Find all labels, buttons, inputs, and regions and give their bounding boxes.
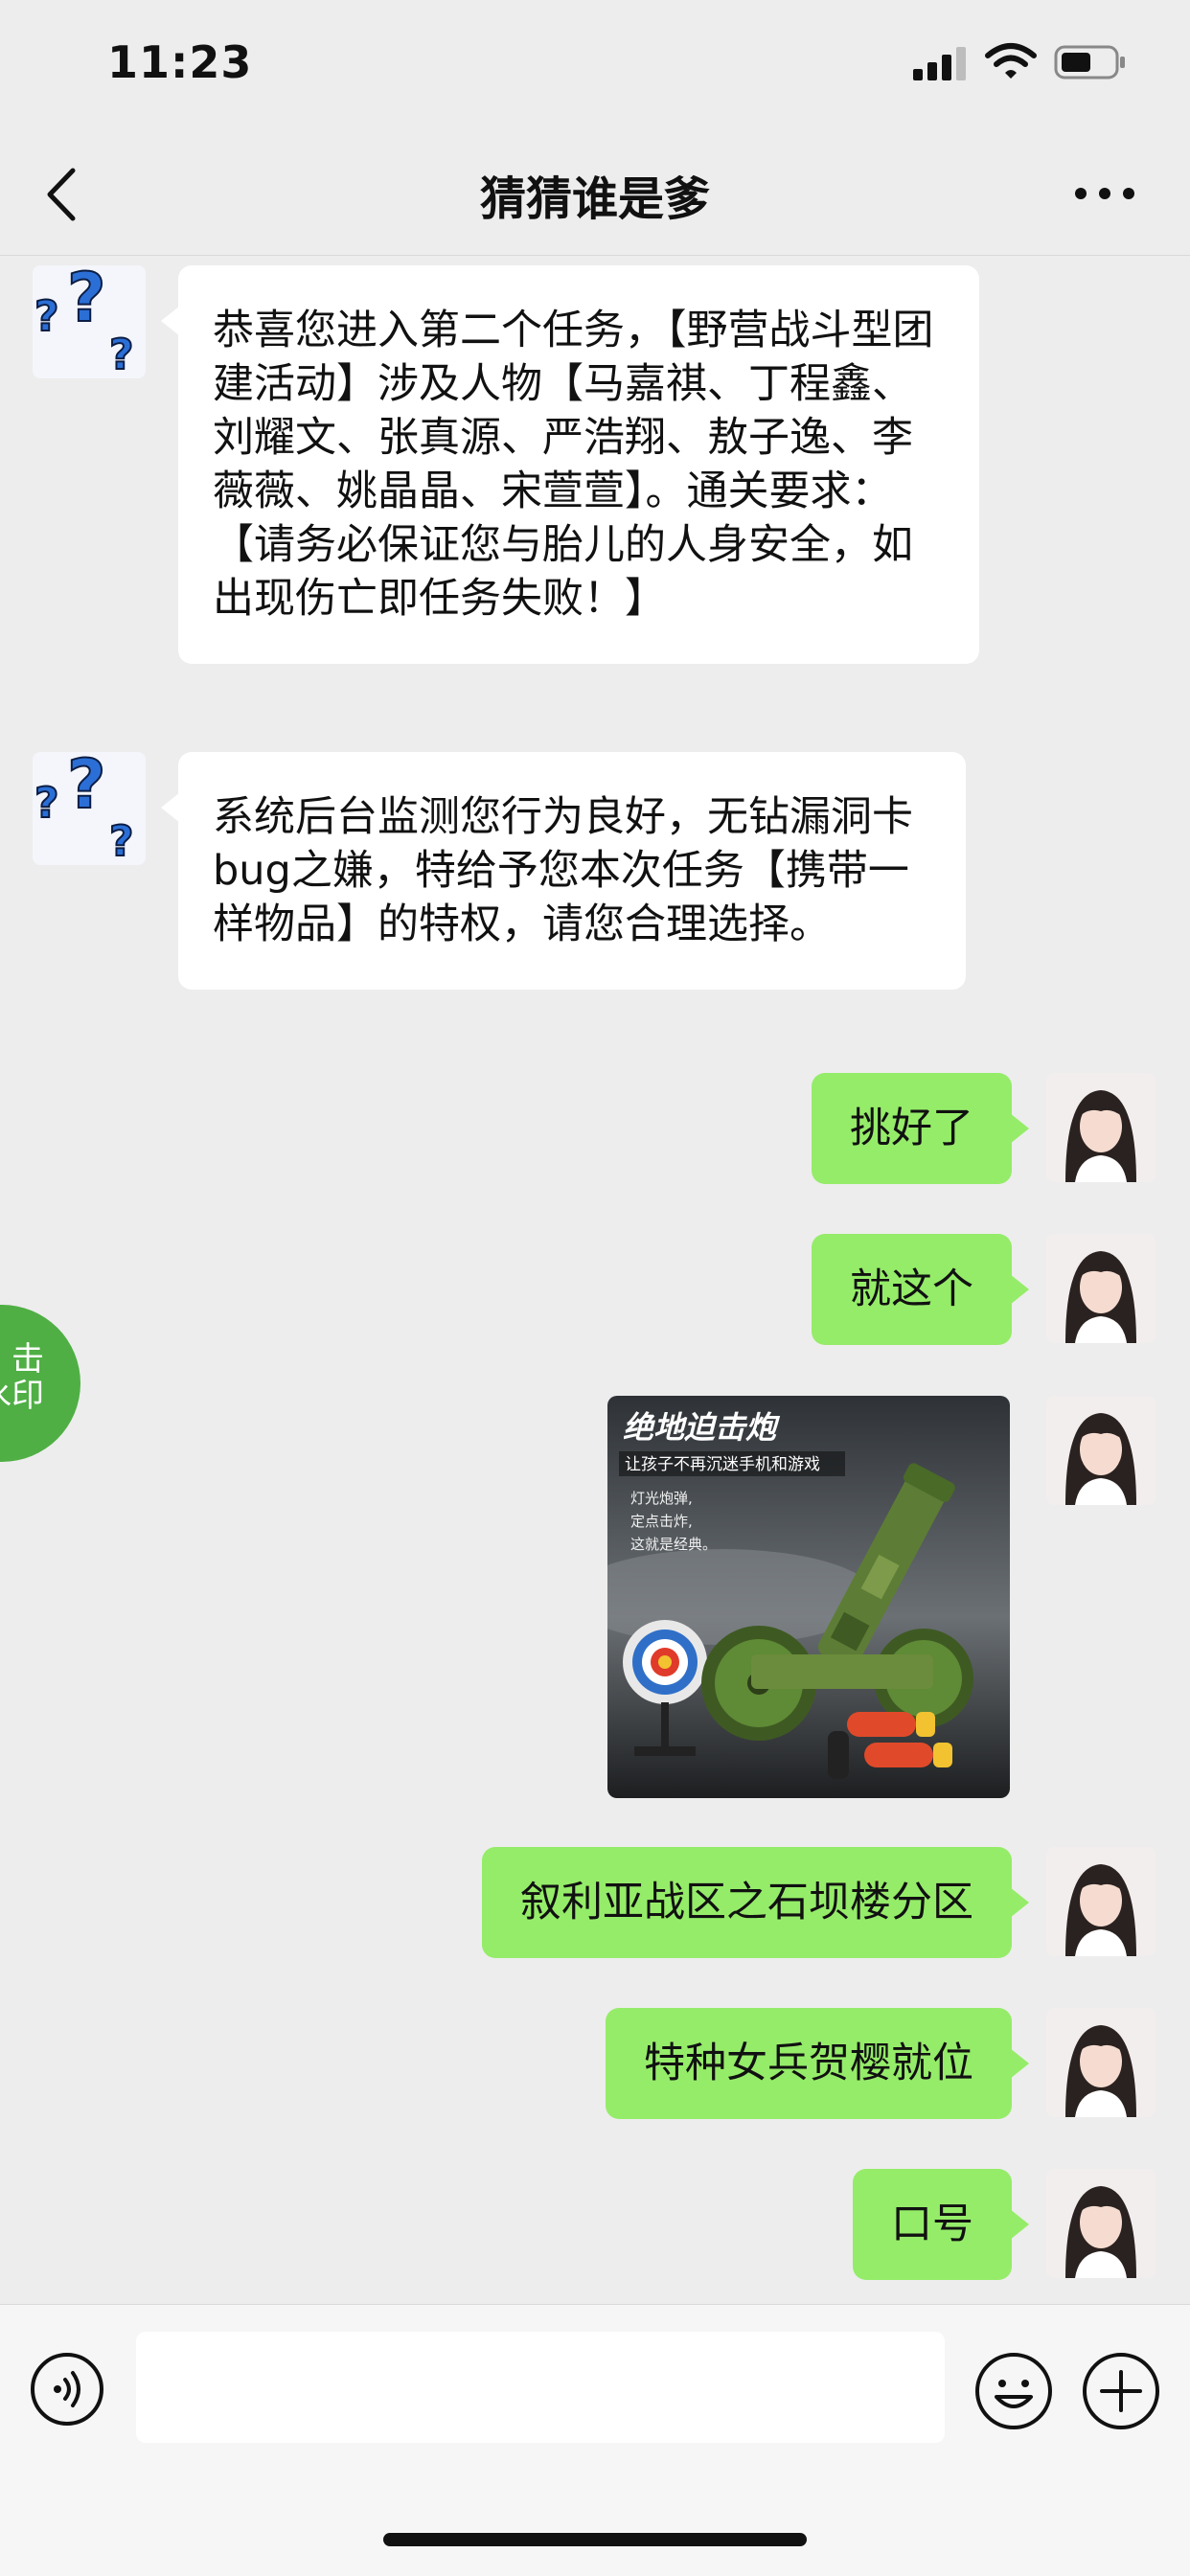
user-portrait-icon	[1046, 1847, 1156, 1956]
question-marks-icon: ? ? ?	[34, 752, 135, 865]
input-bar	[0, 2304, 1190, 2576]
my-avatar[interactable]	[1046, 1396, 1156, 1505]
my-avatar[interactable]	[1046, 1234, 1156, 1343]
more-options-icon[interactable]	[1071, 172, 1138, 215]
message-bubble-outgoing[interactable]: 就这个	[812, 1234, 1029, 1345]
emoji-icon[interactable]	[973, 2351, 1054, 2431]
wifi-icon	[985, 43, 1037, 79]
user-portrait-icon	[1046, 1073, 1156, 1182]
toy-mortar-product-image: 绝地迫击炮 让孩子不再沉迷手机和游戏 灯光炮弹, 定点击炸, 这就是经典。	[607, 1396, 1010, 1798]
svg-text:?: ?	[34, 779, 59, 828]
svg-text:?: ?	[34, 292, 59, 341]
image-feature-1: 灯光炮弹,	[630, 1490, 693, 1507]
image-feature-2: 定点击炸,	[630, 1513, 693, 1530]
svg-text:?: ?	[67, 265, 106, 337]
my-avatar[interactable]	[1046, 2169, 1156, 2278]
user-portrait-icon	[1046, 2169, 1156, 2278]
image-feature-3: 这就是经典。	[630, 1536, 717, 1553]
my-avatar[interactable]	[1046, 1847, 1156, 1956]
message-bubble-outgoing[interactable]: 特种女兵贺樱就位	[606, 2008, 1029, 2119]
image-subline: 让孩子不再沉迷手机和游戏	[625, 1455, 820, 1474]
cellular-signal-icon	[913, 47, 966, 80]
image-headline: 绝地迫击炮	[623, 1409, 781, 1446]
battery-icon	[1054, 45, 1125, 80]
float-button-line1: 击	[11, 1340, 44, 1379]
contact-avatar[interactable]: ? ? ?	[33, 752, 146, 865]
image-message[interactable]: 绝地迫击炮 让孩子不再沉迷手机和游戏 灯光炮弹, 定点击炸, 这就是经典。	[607, 1396, 1010, 1798]
my-avatar[interactable]	[1046, 2008, 1156, 2117]
voice-input-icon[interactable]	[29, 2351, 105, 2428]
home-indicator[interactable]	[383, 2533, 807, 2546]
question-marks-icon: ? ? ?	[34, 265, 135, 378]
message-bubble-outgoing[interactable]: 叙利亚战区之石坝楼分区	[482, 1847, 1029, 1958]
svg-text:?: ?	[109, 817, 134, 865]
status-time: 11:23	[107, 36, 253, 88]
message-bubble-incoming[interactable]: 系统后台监测您行为良好，无钻漏洞卡bug之嫌，特给予您本次任务【携带一样物品】的…	[161, 752, 966, 990]
chat-title: 猜猜谁是爹	[479, 172, 710, 226]
user-portrait-icon	[1046, 2008, 1156, 2117]
message-list[interactable]: ? ? ? 恭喜您进入第二个任务，【野营战斗型团建活动】涉及人物【马嘉祺、丁程鑫…	[0, 256, 1190, 2304]
svg-text:?: ?	[109, 331, 134, 378]
message-bubble-incoming[interactable]: 恭喜您进入第二个任务，【野营战斗型团建活动】涉及人物【马嘉祺、丁程鑫、刘耀文、张…	[161, 265, 979, 664]
float-button-line2: 水印	[0, 1377, 44, 1415]
more-functions-plus-icon[interactable]	[1081, 2351, 1161, 2431]
my-avatar[interactable]	[1046, 1073, 1156, 1182]
user-portrait-icon	[1046, 1234, 1156, 1343]
message-input[interactable]	[136, 2332, 945, 2443]
svg-text:?: ?	[67, 752, 106, 824]
contact-avatar[interactable]: ? ? ?	[33, 265, 146, 378]
remove-watermark-button[interactable]: 击 水印	[0, 1305, 80, 1462]
message-bubble-outgoing[interactable]: 挑好了	[812, 1073, 1029, 1184]
user-portrait-icon	[1046, 1396, 1156, 1505]
message-bubble-outgoing[interactable]: 口号	[853, 2169, 1029, 2280]
status-bar: 11:23	[0, 0, 1190, 134]
chat-header: 猜猜谁是爹	[0, 134, 1190, 256]
